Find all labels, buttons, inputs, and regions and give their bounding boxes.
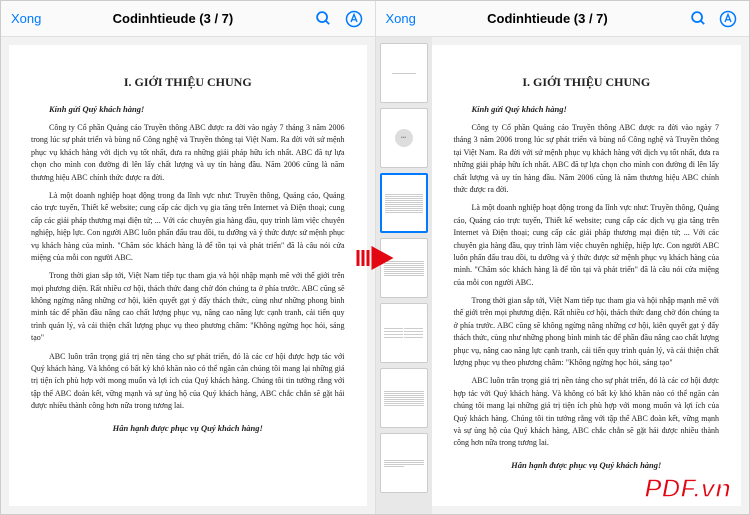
pdf-viewer-right: Xong Codinhtieude (3 / 7) ••• I. GIỚI TH… <box>376 1 750 514</box>
watermark-text: PDF.vn <box>644 473 731 504</box>
done-button[interactable]: Xong <box>11 11 41 26</box>
markup-icon[interactable] <box>717 8 739 30</box>
section-heading: I. GIỚI THIỆU CHUNG <box>31 75 345 90</box>
document-title: Codinhtieude (3 / 7) <box>41 11 304 26</box>
search-icon[interactable] <box>313 8 335 30</box>
search-icon[interactable] <box>687 8 709 30</box>
paragraph: Công ty Cổ phần Quảng cáo Truyền thông A… <box>454 122 720 196</box>
greeting-text: Kính gửi Quý khách hàng! <box>31 104 345 114</box>
closing-text: Hân hạnh được phục vụ Quý khách hàng! <box>454 460 720 470</box>
page-thumbnail-7[interactable] <box>380 433 428 493</box>
paragraph: Là một doanh nghiệp hoạt động trong đa l… <box>31 190 345 264</box>
closing-text: Hân hạnh được phục vụ Quý khách hàng! <box>31 423 345 433</box>
paragraph: Trong thời gian sắp tới, Việt Nam tiếp t… <box>454 295 720 369</box>
toolbar: Xong Codinhtieude (3 / 7) <box>1 1 375 37</box>
paragraph: ABC luôn trân trọng giá trị nền tảng cho… <box>31 351 345 413</box>
paragraph: Công ty Cổ phần Quảng cáo Truyền thông A… <box>31 122 345 184</box>
document-title: Codinhtieude (3 / 7) <box>416 11 679 26</box>
done-button[interactable]: Xong <box>386 11 416 26</box>
greeting-text: Kính gửi Quý khách hàng! <box>454 104 720 114</box>
paragraph: ABC luôn trân trọng giá trị nền tảng cho… <box>454 375 720 449</box>
document-page[interactable]: I. GIỚI THIỆU CHUNG Kính gửi Quý khách h… <box>432 45 742 506</box>
section-heading: I. GIỚI THIỆU CHUNG <box>454 75 720 90</box>
page-thumbnail-1[interactable] <box>380 43 428 103</box>
page-thumbnail-5[interactable] <box>380 303 428 363</box>
page-thumbnail-2[interactable]: ••• <box>380 108 428 168</box>
thumbnail-sidebar[interactable]: ••• <box>376 37 432 514</box>
markup-icon[interactable] <box>343 8 365 30</box>
page-thumbnail-6[interactable] <box>380 368 428 428</box>
document-page[interactable]: I. GIỚI THIỆU CHUNG Kính gửi Quý khách h… <box>9 45 367 506</box>
transition-arrow-icon <box>357 246 394 270</box>
pdf-viewer-left: Xong Codinhtieude (3 / 7) I. GIỚI THIỆU … <box>1 1 376 514</box>
paragraph: Trong thời gian sắp tới, Việt Nam tiếp t… <box>31 270 345 344</box>
toolbar: Xong Codinhtieude (3 / 7) <box>376 1 750 37</box>
page-thumbnail-3[interactable] <box>380 173 428 233</box>
paragraph: Là một doanh nghiệp hoạt động trong đa l… <box>454 202 720 289</box>
